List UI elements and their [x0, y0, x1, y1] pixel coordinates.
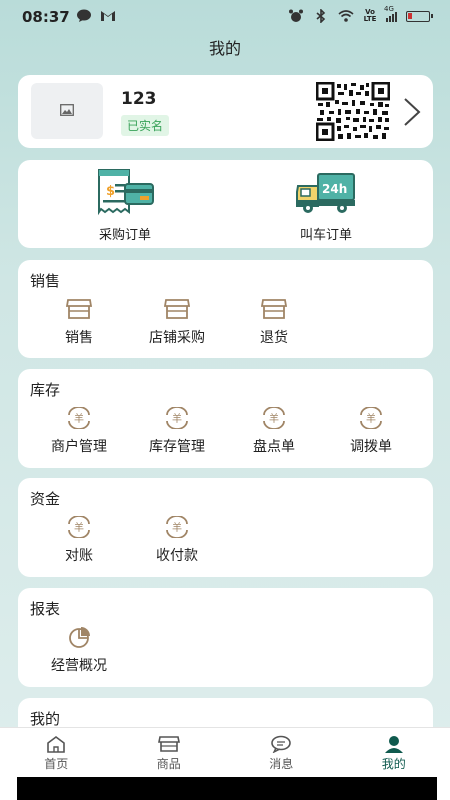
sales-item-sales[interactable]: 销售	[30, 298, 128, 347]
alarm-icon	[289, 9, 303, 22]
nav-item-mine[interactable]: 我的	[338, 728, 450, 777]
svg-text:羊: 羊	[172, 412, 182, 425]
item-label: 收付款	[156, 548, 198, 564]
stock-item-stocktake[interactable]: 羊 盘点单	[225, 407, 323, 456]
fund-section: 资金 羊 对账 羊 收付款	[18, 478, 433, 577]
home-icon	[47, 736, 66, 753]
svg-text:羊: 羊	[172, 521, 182, 534]
item-label: 盘点单	[253, 439, 295, 455]
sales-item-return[interactable]: 退货	[225, 298, 323, 347]
battery-icon	[406, 10, 433, 22]
item-label: 经营概况	[51, 658, 107, 674]
bottom-nav: 首页 商品 消息 我的	[0, 727, 450, 777]
network-type: 4G	[384, 5, 394, 13]
chevron-right-icon[interactable]	[402, 97, 422, 127]
ride-order-entry[interactable]: 24h 叫车订单	[271, 168, 381, 243]
wifi-icon	[338, 10, 354, 22]
store-icon	[66, 299, 92, 319]
yuan-coin-icon: 羊	[166, 407, 188, 429]
avatar[interactable]	[31, 83, 103, 139]
fund-item-reconcile[interactable]: 羊 对账	[30, 516, 128, 565]
profile-card[interactable]: 123 已实名	[18, 75, 433, 148]
section-title: 资金	[30, 490, 61, 508]
svg-text:$: $	[106, 184, 115, 199]
stock-section: 库存 羊 商户管理 羊 库存管理 羊 盘点单 羊 调拨单	[18, 369, 433, 468]
stock-item-transfer[interactable]: 羊 调拨单	[322, 407, 420, 456]
item-label: 商户管理	[51, 439, 107, 455]
nav-item-home[interactable]: 首页	[0, 728, 113, 777]
yuan-coin-icon: 羊	[360, 407, 382, 429]
section-title: 报表	[30, 600, 61, 618]
item-label: 销售	[65, 330, 93, 346]
section-title: 我的	[30, 710, 61, 728]
nav-label: 首页	[44, 757, 69, 771]
receipt-card-icon: $	[98, 169, 154, 216]
nav-label: 商品	[156, 757, 181, 771]
sales-item-store-purchase[interactable]: 店铺采购	[128, 298, 226, 347]
item-label: 对账	[65, 548, 93, 564]
nav-label: 我的	[381, 757, 406, 771]
order-label: 叫车订单	[299, 228, 352, 243]
stock-item-merchant[interactable]: 羊 商户管理	[30, 407, 128, 456]
message-bubble-icon	[77, 9, 91, 22]
truck-badge: 24h	[322, 182, 347, 196]
store-icon	[157, 736, 180, 752]
username: 123	[121, 89, 157, 109]
item-label: 调拨单	[350, 439, 392, 455]
yuan-coin-icon: 羊	[68, 407, 90, 429]
chat-icon	[271, 735, 292, 753]
status-time: 08:37	[22, 8, 70, 26]
item-label: 库存管理	[149, 439, 205, 455]
report-section: 报表 经营概况	[18, 588, 433, 687]
nav-label: 消息	[269, 757, 294, 771]
svg-text:羊: 羊	[366, 412, 376, 425]
yuan-coin-icon: 羊	[166, 516, 188, 538]
verified-badge: 已实名	[121, 115, 170, 136]
qr-code-icon[interactable]	[316, 82, 390, 141]
volte-indicator: Vo LTE	[363, 8, 377, 23]
svg-text:羊: 羊	[269, 412, 279, 425]
nav-item-messages[interactable]: 消息	[225, 728, 338, 777]
yuan-coin-icon: 羊	[68, 516, 90, 538]
nav-item-products[interactable]: 商品	[113, 728, 226, 777]
fund-item-payments[interactable]: 羊 收付款	[128, 516, 226, 565]
bluetooth-icon	[316, 9, 326, 23]
svg-text:羊: 羊	[74, 521, 84, 534]
signal-icon: 4G	[384, 5, 397, 22]
section-title: 销售	[30, 272, 61, 290]
sales-section: 销售 销售 店铺采购 退货	[18, 260, 433, 358]
section-title: 库存	[30, 381, 61, 399]
svg-text:羊: 羊	[74, 412, 84, 425]
page-title: 我的	[208, 39, 241, 58]
item-label: 店铺采购	[149, 330, 205, 346]
gmail-icon	[101, 11, 115, 21]
person-icon	[384, 736, 403, 753]
gesture-bar	[0, 777, 450, 800]
item-label: 退货	[260, 330, 288, 346]
yuan-coin-icon: 羊	[263, 407, 285, 429]
order-label: 采购订单	[98, 228, 151, 243]
stock-item-inventory[interactable]: 羊 库存管理	[128, 407, 226, 456]
image-placeholder-icon	[60, 104, 74, 116]
delivery-truck-icon: 24h	[296, 173, 355, 213]
status-bar: 08:37 Vo LTE 4G	[0, 0, 450, 34]
purchase-order-entry[interactable]: $ 采购订单	[70, 168, 180, 243]
report-item-overview[interactable]: 经营概况	[30, 626, 128, 675]
store-icon	[164, 299, 190, 319]
orders-card: $ 采购订单 24h 叫车订单	[18, 160, 433, 248]
pie-chart-icon	[69, 627, 90, 648]
store-icon	[261, 299, 287, 319]
